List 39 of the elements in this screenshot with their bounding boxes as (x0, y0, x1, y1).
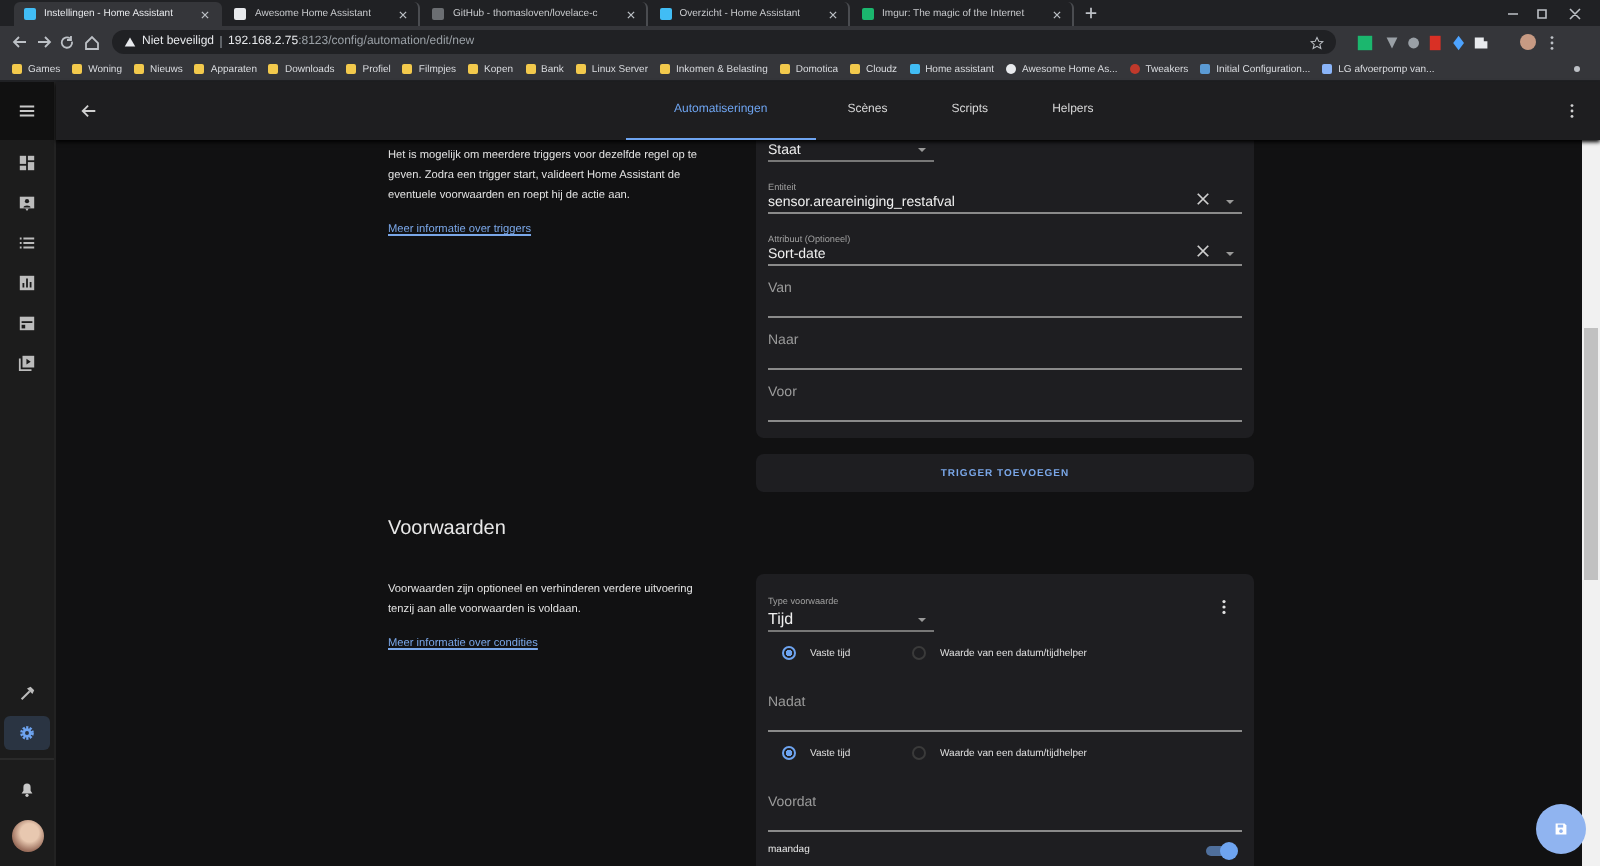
window-controls-icon[interactable] (1504, 5, 1584, 21)
close-icon[interactable] (828, 9, 839, 19)
close-icon[interactable] (398, 9, 409, 19)
back-arrow-icon[interactable] (80, 102, 98, 120)
site-icon (234, 8, 247, 20)
warning-icon (124, 36, 136, 48)
navigation-icon[interactable] (12, 34, 100, 50)
bookmark-star-icon[interactable] (1310, 35, 1324, 49)
settings-icon[interactable] (4, 716, 50, 750)
more-bookmarks-icon[interactable] (1574, 66, 1580, 72)
site-icon (432, 8, 445, 20)
menu-icon[interactable] (18, 102, 36, 120)
site-icon (659, 8, 672, 20)
radio-button[interactable] (782, 646, 796, 660)
site-icon (862, 8, 875, 20)
more-icon[interactable] (1220, 598, 1228, 616)
caret-icon (1226, 200, 1234, 204)
section-title: Voorwaarden (388, 518, 508, 540)
site-icon (24, 8, 36, 20)
radio-button[interactable] (782, 746, 796, 760)
radio-button[interactable] (912, 646, 926, 660)
close-icon[interactable] (625, 9, 636, 19)
clear-icon[interactable] (1196, 192, 1210, 206)
more-icon[interactable] (1568, 102, 1576, 120)
close-icon[interactable] (200, 9, 211, 19)
profile-avatar[interactable] (1520, 34, 1536, 50)
scrollbar[interactable] (1582, 140, 1600, 866)
bell-icon[interactable] (18, 780, 36, 798)
toggle-switch[interactable] (1206, 845, 1234, 855)
new-tab-icon[interactable] (1084, 6, 1099, 20)
more-icon[interactable] (1548, 33, 1556, 51)
caret-icon (918, 618, 926, 622)
caret-icon (1226, 252, 1234, 256)
radio-button[interactable] (912, 746, 926, 760)
user-avatar[interactable] (11, 820, 43, 852)
caret-icon (918, 148, 926, 152)
clear-icon[interactable] (1196, 244, 1210, 258)
close-icon[interactable] (1052, 9, 1063, 19)
save-button[interactable] (1536, 804, 1586, 854)
